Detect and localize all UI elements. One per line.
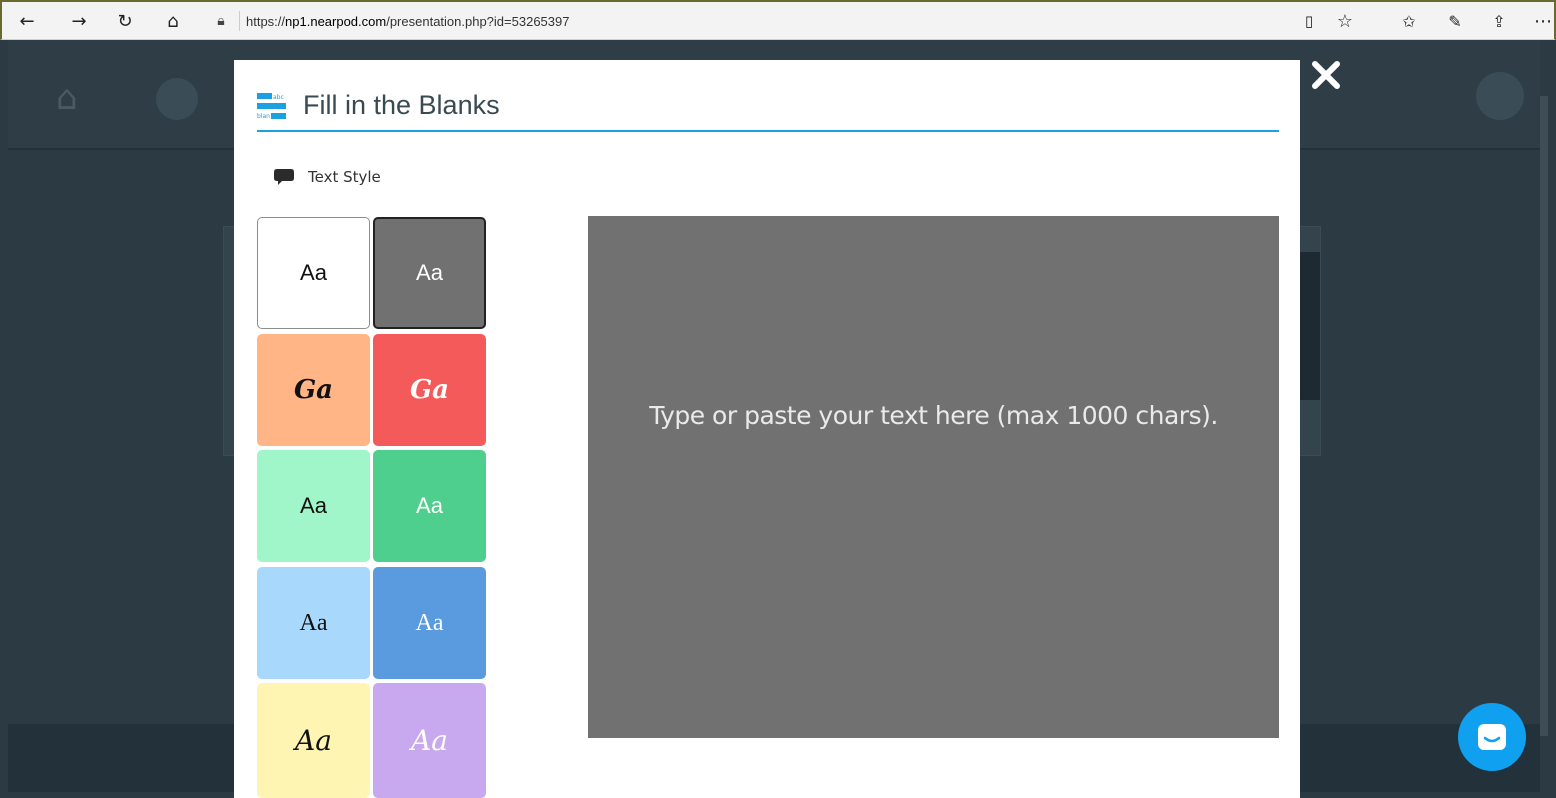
back-arrow-icon[interactable]: ← (12, 6, 42, 36)
fill-blanks-icon: abc blan (257, 93, 286, 120)
favorites-list-icon[interactable]: ✩ (1394, 6, 1424, 36)
scrollbar[interactable] (1540, 40, 1548, 792)
reading-view-icon[interactable]: ▯ (1294, 6, 1324, 36)
pen-notes-icon[interactable]: ✎ (1440, 6, 1470, 36)
more-menu-icon[interactable]: ⋯ (1528, 6, 1556, 36)
share-icon[interactable]: ⇪ (1484, 6, 1514, 36)
chat-icon (1478, 724, 1506, 750)
style-swatch-mint[interactable]: Aa (257, 450, 370, 562)
home-icon: ⌂ (56, 78, 78, 118)
svg-text:abc: abc (273, 94, 284, 101)
refresh-icon[interactable]: ↻ (110, 6, 140, 36)
text-style-label: Text Style (308, 168, 381, 186)
text-style-section: Text Style (274, 168, 381, 186)
url-text: https://np1.nearpod.com/presentation.php… (246, 13, 570, 29)
address-bar[interactable]: 🔒︎ https://np1.nearpod.com/presentation.… (209, 7, 1357, 35)
favorite-star-icon[interactable]: ☆ (1330, 6, 1360, 36)
style-swatch-yellow[interactable]: Aa (257, 683, 370, 798)
style-swatch-purple[interactable]: Aa (373, 683, 486, 798)
background-panel (1298, 252, 1320, 400)
text-editor[interactable]: Type or paste your text here (max 1000 c… (588, 216, 1279, 738)
dialog-title: Fill in the Blanks (303, 90, 500, 120)
browser-toolbar: ← → ↻ ⌂ 🔒︎ https://np1.nearpod.com/prese… (0, 0, 1556, 40)
avatar (1476, 72, 1524, 120)
editor-placeholder: Type or paste your text here (max 1000 c… (649, 401, 1218, 430)
lock-icon: 🔒︎ (217, 13, 225, 29)
style-swatch-light-blue[interactable]: Aa (257, 567, 370, 679)
forward-arrow-icon[interactable]: → (64, 6, 94, 36)
svg-text:blan: blan (257, 113, 270, 120)
speech-bubble-icon (274, 169, 294, 185)
chat-button[interactable] (1458, 703, 1526, 771)
style-swatch-red[interactable]: Ga (373, 334, 486, 446)
style-swatch-white[interactable]: Aa (257, 217, 370, 329)
style-swatch-orange[interactable]: Ga (257, 334, 370, 446)
home-icon[interactable]: ⌂ (158, 6, 188, 36)
style-swatch-blue[interactable]: Aa (373, 567, 486, 679)
title-divider (257, 130, 1279, 132)
close-icon[interactable] (1309, 58, 1343, 92)
fill-in-the-blanks-dialog: abc blan Fill in the Blanks Text Style A… (234, 60, 1300, 798)
style-swatch-gray[interactable]: Aa (373, 217, 486, 329)
nearpod-logo (156, 78, 198, 120)
style-swatch-green[interactable]: Aa (373, 450, 486, 562)
scrollbar-thumb[interactable] (1540, 96, 1548, 736)
